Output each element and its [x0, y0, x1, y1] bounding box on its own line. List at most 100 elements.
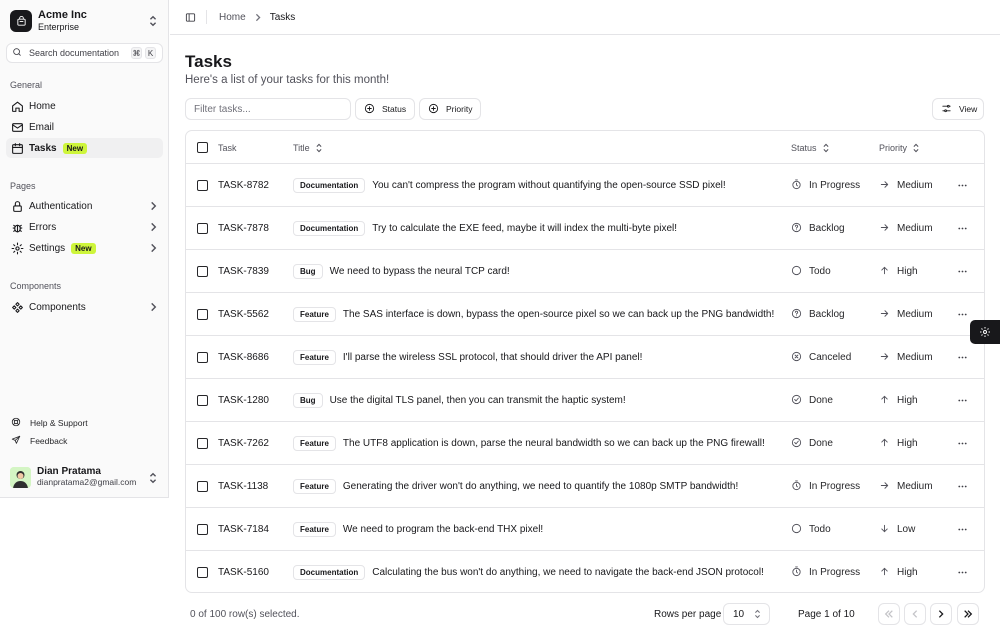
row-checkbox[interactable] — [197, 266, 208, 277]
row-actions-button[interactable] — [957, 508, 968, 551]
arrow-up-icon — [879, 394, 892, 407]
row-actions-button[interactable] — [957, 422, 968, 465]
column-header-priority[interactable]: Priority — [879, 131, 920, 164]
row-actions-button[interactable] — [957, 250, 968, 293]
task-id: TASK-5160 — [218, 567, 269, 578]
sidebar-item-components[interactable]: Components — [6, 297, 163, 317]
column-header-priority-label: Priority — [879, 142, 908, 153]
sidebar-item-email[interactable]: Email — [6, 117, 163, 137]
last-page-button[interactable] — [957, 603, 979, 625]
sidebar-toggle-icon[interactable] — [185, 12, 196, 23]
arrow-up-icon — [879, 265, 892, 278]
row-actions-button[interactable] — [957, 336, 968, 379]
rows-per-page-select[interactable]: 10 — [723, 603, 770, 625]
sidebar-item-authentication[interactable]: Authentication — [6, 196, 163, 216]
user-menu[interactable]: Dian Pratama dianpratama2@gmail.com — [10, 466, 162, 488]
more-horizontal-icon — [957, 352, 968, 363]
user-name: Dian Pratama — [37, 466, 101, 477]
column-header-title[interactable]: Title — [293, 131, 323, 164]
sidebar-item-label: Authentication — [29, 200, 93, 212]
label-badge: Documentation — [293, 178, 366, 193]
rows-per-page-value: 10 — [733, 608, 745, 620]
page-subtitle: Here's a list of your tasks for this mon… — [185, 74, 390, 86]
row-checkbox[interactable] — [197, 524, 208, 535]
table-row[interactable]: TASK-1280 Bug Use the digital TLS panel,… — [186, 379, 984, 422]
status-filter-button[interactable]: Status — [355, 98, 416, 120]
column-header-status[interactable]: Status — [791, 131, 830, 164]
previous-page-button[interactable] — [904, 603, 926, 625]
more-horizontal-icon — [957, 395, 968, 406]
row-actions-button[interactable] — [957, 379, 968, 422]
row-checkbox[interactable] — [197, 481, 208, 492]
row-checkbox[interactable] — [197, 223, 208, 234]
task-title: Use the digital TLS panel, then you can … — [329, 395, 626, 406]
row-actions-button[interactable] — [957, 164, 968, 207]
table-row[interactable]: TASK-7184 Feature We need to program the… — [186, 508, 984, 551]
sidebar-item-errors[interactable]: Errors — [6, 217, 163, 237]
status-text: In Progress — [809, 481, 861, 492]
sidebar-item-home[interactable]: Home — [6, 96, 163, 116]
row-actions-button[interactable] — [957, 293, 968, 336]
task-id: TASK-5562 — [218, 309, 269, 320]
sidebar-item-label: Tasks — [29, 142, 57, 154]
table-row[interactable]: TASK-8782 Documentation You can't compre… — [186, 164, 984, 207]
priority-text: High — [897, 567, 918, 578]
arrow-up-icon — [879, 437, 892, 450]
table-row[interactable]: TASK-7878 Documentation Try to calculate… — [186, 207, 984, 250]
kbd-command: ⌘ — [131, 47, 142, 59]
more-horizontal-icon — [957, 438, 968, 449]
done-icon — [791, 437, 804, 450]
sidebar-item-label: Settings — [29, 242, 66, 254]
in-progress-icon — [791, 480, 804, 493]
status-text: Canceled — [809, 352, 852, 363]
row-checkbox[interactable] — [197, 438, 208, 449]
priority-filter-button[interactable]: Priority — [419, 98, 482, 120]
search-documentation-button[interactable]: Search documentation ⌘ K — [6, 43, 163, 63]
lifebuoy-icon — [11, 417, 24, 430]
todo-icon — [791, 265, 804, 278]
feedback-link[interactable]: Feedback — [6, 433, 163, 449]
table-row[interactable]: TASK-5160 Documentation Calculating the … — [186, 551, 984, 592]
sidebar-item-label: Errors — [29, 221, 57, 233]
next-page-button[interactable] — [930, 603, 952, 625]
status-text: In Progress — [809, 567, 861, 578]
team-switcher[interactable]: Acme Inc Enterprise — [10, 9, 162, 33]
table-row[interactable]: TASK-7262 Feature The UTF8 application i… — [186, 422, 984, 465]
chevron-right-icon — [149, 222, 158, 232]
arrow-right-icon — [879, 179, 892, 192]
task-title: We need to program the back-end THX pixe… — [342, 524, 544, 535]
chevron-left-icon — [910, 609, 920, 619]
row-checkbox[interactable] — [197, 309, 208, 320]
select-all-checkbox[interactable] — [197, 142, 208, 153]
chevrons-left-icon — [884, 609, 894, 619]
row-actions-button[interactable] — [957, 465, 968, 508]
table-row[interactable]: TASK-1138 Feature Generating the driver … — [186, 465, 984, 508]
row-actions-button[interactable] — [957, 207, 968, 250]
table-row[interactable]: TASK-8686 Feature I'll parse the wireles… — [186, 336, 984, 379]
sidebar-item-tasks[interactable]: Tasks New — [6, 138, 163, 158]
row-actions-button[interactable] — [957, 551, 968, 592]
row-checkbox[interactable] — [197, 567, 208, 578]
row-checkbox[interactable] — [197, 395, 208, 406]
row-checkbox[interactable] — [197, 180, 208, 191]
rows-per-page-label: Rows per page — [654, 609, 722, 620]
user-email: dianpratama2@gmail.com — [37, 477, 137, 487]
priority-text: Medium — [897, 180, 933, 191]
more-horizontal-icon — [957, 180, 968, 191]
priority-text: High — [897, 395, 918, 406]
priority-text: Low — [897, 524, 916, 535]
label-badge: Documentation — [293, 565, 366, 580]
table-row[interactable]: TASK-5562 Feature The SAS interface is d… — [186, 293, 984, 336]
view-options-button[interactable]: View — [932, 98, 984, 120]
first-page-button[interactable] — [878, 603, 900, 625]
theme-settings-button[interactable] — [970, 320, 1000, 344]
help-support-link[interactable]: Help & Support — [6, 415, 163, 431]
table-row[interactable]: TASK-7839 Bug We need to bypass the neur… — [186, 250, 984, 293]
breadcrumb-home[interactable]: Home — [219, 12, 246, 23]
filter-tasks-input[interactable]: Filter tasks... — [185, 98, 351, 120]
calendar-check-icon — [11, 142, 24, 155]
row-checkbox[interactable] — [197, 352, 208, 363]
backlog-icon — [791, 308, 804, 321]
task-title: Generating the driver won't do anything,… — [342, 481, 739, 492]
sidebar-item-settings[interactable]: Settings New — [6, 238, 163, 258]
